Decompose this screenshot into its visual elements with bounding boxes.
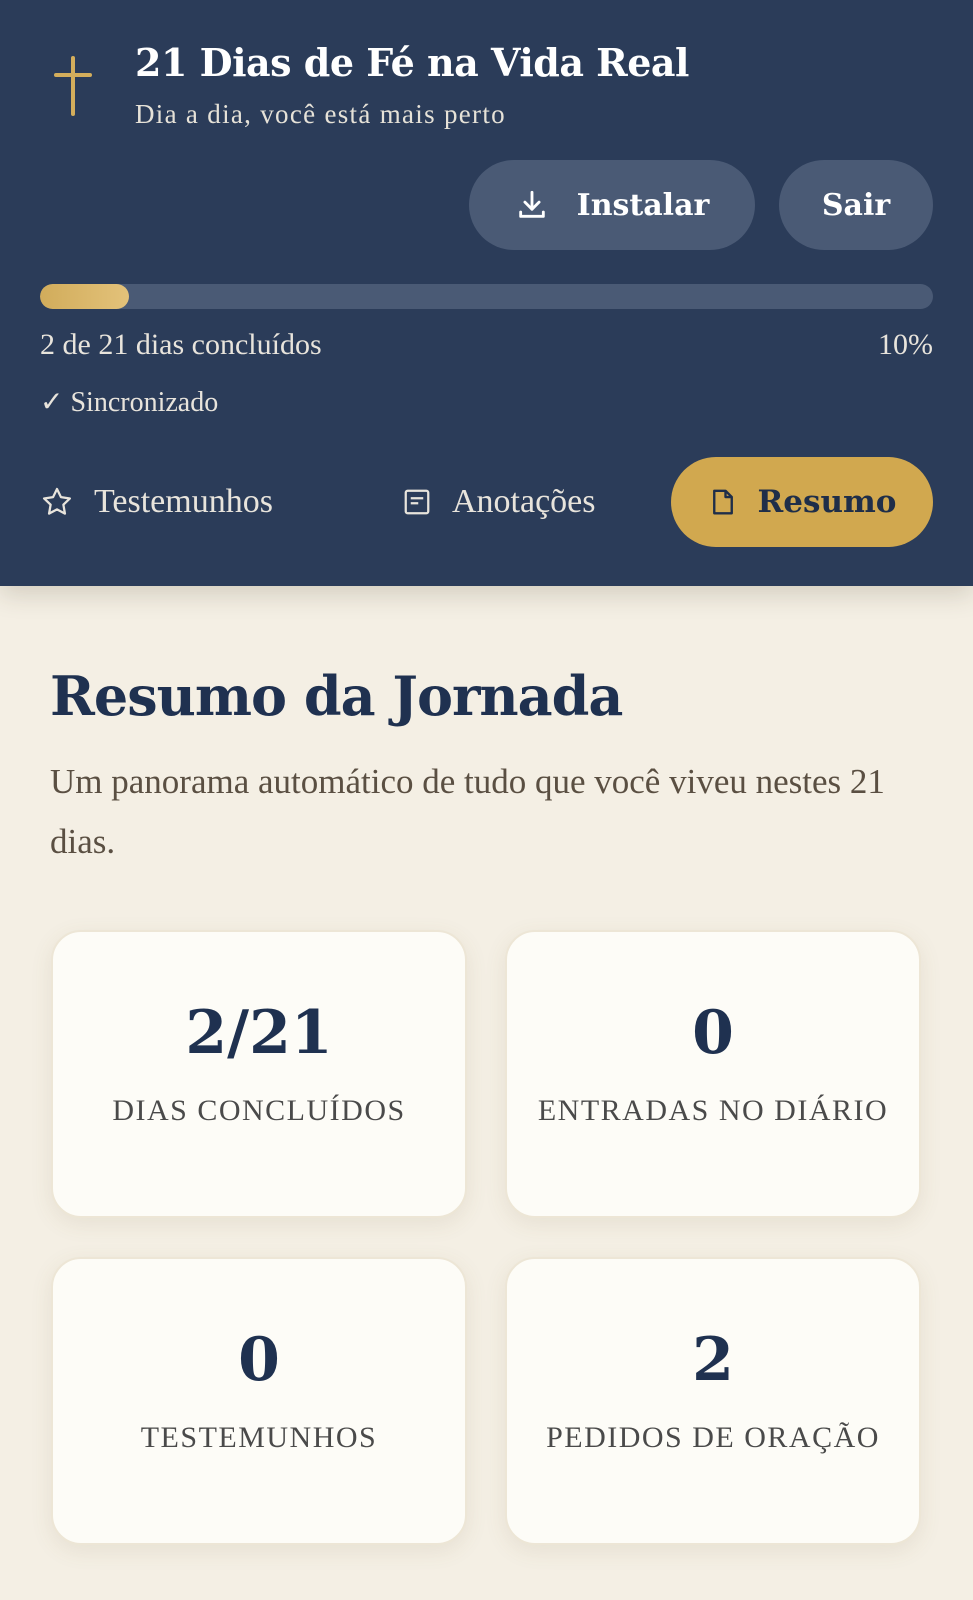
- app-subtitle: Dia a dia, você está mais perto: [135, 99, 506, 129]
- stat-card-testemunhos: 0 TESTEMUNHOS: [51, 1257, 467, 1545]
- stat-value: 2/21: [185, 998, 333, 1068]
- app-header: 21 Dias de Fé na Vida Real Dia a dia, vo…: [0, 0, 973, 586]
- tab-resumo-label: Resumo: [757, 484, 897, 520]
- progress-percent: 10%: [878, 328, 933, 361]
- install-button[interactable]: Instalar: [469, 160, 755, 250]
- tab-resumo[interactable]: Resumo: [671, 457, 933, 547]
- note-icon: [404, 489, 430, 515]
- stat-card-pedidos: 2 PEDIDOS DE ORAÇÃO: [505, 1257, 921, 1545]
- exit-button[interactable]: Sair: [779, 160, 933, 250]
- download-icon: [518, 190, 545, 218]
- app-title: 21 Dias de Fé na Vida Real: [135, 40, 690, 85]
- star-icon: [42, 487, 72, 515]
- stat-label: PEDIDOS DE ORAÇÃO: [546, 1421, 880, 1454]
- stat-card-dias: 2/21 DIAS CONCLUÍDOS: [51, 930, 467, 1218]
- stat-label: TESTEMUNHOS: [140, 1421, 378, 1454]
- cross-icon: [54, 56, 92, 116]
- page-title: Resumo da Jornada: [50, 664, 623, 728]
- stat-value: 0: [238, 1325, 280, 1395]
- exit-button-label: Sair: [821, 187, 891, 223]
- stat-value: 0: [692, 998, 734, 1068]
- stat-label: ENTRADAS NO DIÁRIO: [537, 1094, 889, 1127]
- install-button-label: Instalar: [576, 187, 710, 223]
- tab-testemunhos[interactable]: Testemunhos: [40, 457, 273, 547]
- sync-status: ✓ Sincronizado: [40, 387, 219, 418]
- stat-value: 2: [692, 1325, 734, 1395]
- stat-label: DIAS CONCLUÍDOS: [112, 1094, 406, 1127]
- tab-testemunhos-label: Testemunhos: [94, 483, 273, 520]
- progress-bar-fill: [40, 284, 130, 309]
- tab-anotacoes[interactable]: Anotações: [402, 457, 596, 547]
- tab-anotacoes-label: Anotações: [452, 483, 596, 520]
- stat-card-entradas: 0 ENTRADAS NO DIÁRIO: [505, 930, 921, 1218]
- document-icon: [712, 489, 733, 515]
- page-description: Um panorama automático de tudo que você …: [50, 762, 885, 861]
- progress-bar: [40, 284, 933, 309]
- progress-summary: 2 de 21 dias concluídos: [40, 328, 322, 361]
